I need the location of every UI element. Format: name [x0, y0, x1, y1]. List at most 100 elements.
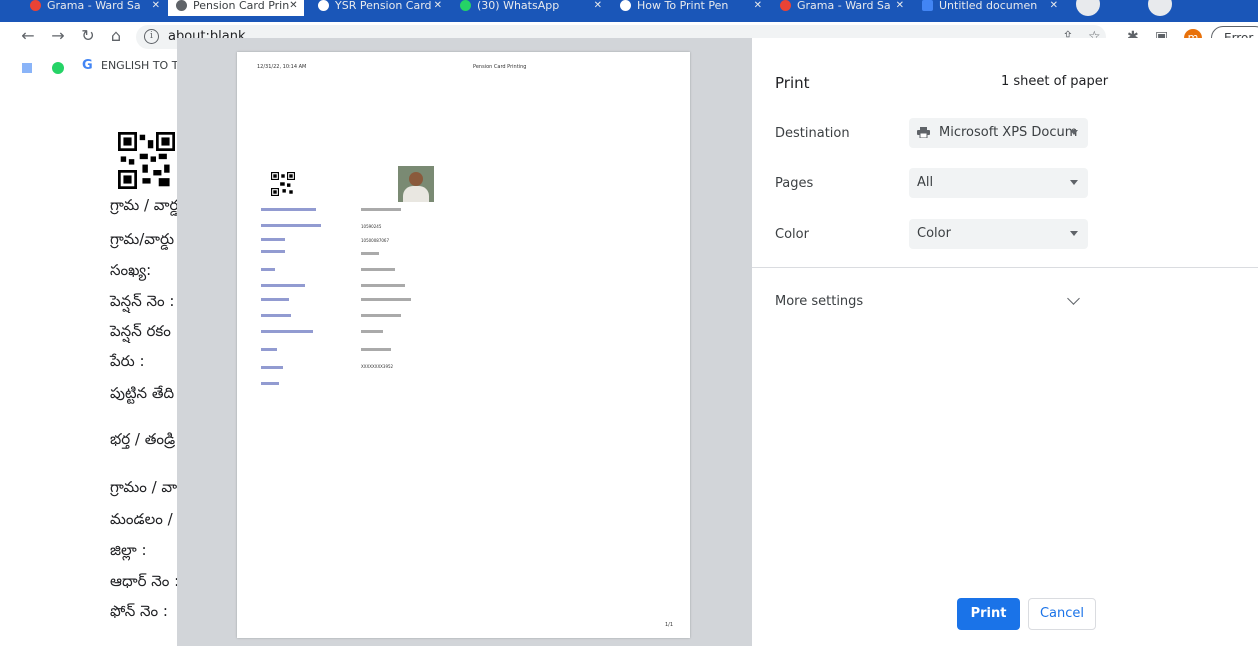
sheet-count: 1 sheet of paper: [1001, 74, 1109, 89]
preview-label-bar: [261, 314, 291, 317]
tab-pension-card-print[interactable]: Pension Card Prin ✕: [168, 0, 304, 16]
close-icon[interactable]: ✕: [434, 0, 442, 11]
tab-whatsapp[interactable]: (30) WhatsApp ✕: [452, 0, 610, 16]
new-tab-button[interactable]: [1076, 0, 1100, 16]
village-ward-number-label: గ్రామ/వార్డు: [110, 230, 175, 248]
preview-value-bar: [361, 284, 405, 287]
color-label: Color: [775, 227, 809, 242]
preview-value: XXXXXXXX3952: [361, 364, 394, 369]
tab-grama-ward-1[interactable]: Grama - Ward Sa ✕: [22, 0, 168, 16]
tab-label: Pension Card Prin: [193, 0, 290, 12]
forward-arrow-icon[interactable]: →: [48, 26, 68, 46]
home-icon[interactable]: ⌂: [106, 26, 126, 46]
preview-label-bar: [261, 284, 305, 287]
apps-icon[interactable]: [22, 63, 32, 73]
number-label: సంఖ్య:: [110, 261, 152, 279]
name-label: పేరు :: [110, 352, 145, 370]
info-icon[interactable]: i: [144, 29, 159, 44]
dropdown-caret-icon: [1070, 130, 1078, 135]
google-icon[interactable]: G: [82, 58, 93, 73]
village-label: గ్రామం / వా: [110, 478, 178, 496]
preview-header-date: 12/31/22, 10:14 AM: [257, 64, 307, 70]
aadhaar-number-label: ఆధార్ నెం :: [110, 572, 180, 590]
preview-value-bar: [361, 348, 391, 351]
tab-label: How To Print Pen: [637, 0, 729, 12]
preview-label-bar: [261, 330, 313, 333]
preview-label-bar: [261, 382, 279, 385]
reload-icon[interactable]: ↻: [78, 26, 98, 46]
preview-label-bar: [261, 238, 285, 241]
tab-how-to-print[interactable]: How To Print Pen ✕: [612, 0, 770, 16]
whatsapp-icon[interactable]: [52, 62, 64, 74]
preview-value: 10590245: [361, 224, 382, 229]
tab-favicon-icon: [620, 0, 631, 11]
pension-type-label: పెన్షన్ రకం: [110, 322, 171, 340]
close-icon[interactable]: ✕: [754, 0, 762, 11]
preview-label-bar: [261, 208, 316, 211]
destination-select[interactable]: Microsoft XPS Docum: [909, 118, 1088, 148]
print-title: Print: [775, 74, 810, 92]
print-settings-panel: Print 1 sheet of paper Destination Micro…: [752, 38, 1258, 646]
back-arrow-icon[interactable]: ←: [18, 26, 38, 46]
dropdown-caret-icon: [1070, 231, 1078, 236]
spouse-father-label: భర్త / తండ్రి: [110, 430, 176, 448]
tab-favicon-icon: [780, 0, 791, 11]
preview-value-bar: [361, 298, 411, 301]
preview-value-bar: [361, 268, 395, 271]
pages-select[interactable]: All: [909, 168, 1088, 198]
qr-code-icon: [118, 132, 175, 189]
tab-label: Grama - Ward Sa: [47, 0, 141, 12]
close-icon[interactable]: ✕: [289, 0, 297, 11]
preview-qr-code-icon: [271, 172, 295, 196]
print-dialog: 12/31/22, 10:14 AM Pension Card Printing: [177, 38, 1258, 646]
village-ward-label: గ్రామ / వార్డ: [110, 196, 179, 214]
tab-search-button[interactable]: [1148, 0, 1172, 16]
tab-label: Untitled documen: [939, 0, 1038, 12]
preview-value-bar: [361, 330, 383, 333]
tab-favicon-icon: [176, 0, 187, 11]
dropdown-caret-icon: [1070, 180, 1078, 185]
district-label: జిల్లా :: [110, 541, 147, 559]
preview-sheet: 12/31/22, 10:14 AM Pension Card Printing: [237, 52, 690, 638]
close-icon[interactable]: ✕: [152, 0, 160, 11]
destination-value: Microsoft XPS Docum: [939, 125, 1078, 140]
cancel-button[interactable]: Cancel: [1028, 598, 1096, 630]
tab-favicon-icon: [318, 0, 329, 11]
close-icon[interactable]: ✕: [1050, 0, 1058, 11]
preview-label-bar: [261, 366, 283, 369]
tab-label: (30) WhatsApp: [477, 0, 560, 12]
bookmark-english-to-telugu[interactable]: ENGLISH TO TE: [101, 59, 185, 72]
tab-grama-ward-2[interactable]: Grama - Ward Sa ✕: [772, 0, 912, 16]
tab-ysr-pension[interactable]: YSR Pension Card ✕: [310, 0, 450, 16]
tab-label: Grama - Ward Sa: [797, 0, 891, 12]
tab-favicon-icon: [30, 0, 41, 11]
preview-header-title: Pension Card Printing: [473, 64, 527, 70]
close-icon[interactable]: ✕: [896, 0, 904, 11]
pension-number-label: పెన్షన్ నెం :: [110, 292, 175, 310]
printer-icon: [917, 127, 930, 138]
whatsapp-icon: [460, 0, 471, 11]
preview-value: 10500087067: [361, 238, 389, 243]
pages-label: Pages: [775, 176, 814, 191]
preview-label-bar: [261, 348, 277, 351]
color-value: Color: [917, 226, 951, 241]
preview-value-bar: [361, 314, 401, 317]
print-button[interactable]: Print: [957, 598, 1020, 630]
close-icon[interactable]: ✕: [594, 0, 602, 11]
preview-value-bar: [361, 252, 379, 255]
pages-value: All: [917, 175, 934, 190]
more-settings-toggle[interactable]: More settings: [775, 294, 863, 309]
date-of-birth-label: పుట్టిన తేది: [110, 384, 175, 402]
phone-number-label: ఫోన్ నెం :: [110, 602, 168, 620]
docs-icon: [922, 0, 933, 11]
tab-untitled-document[interactable]: Untitled documen ✕: [914, 0, 1066, 16]
preview-page-number: 1/1: [665, 622, 674, 628]
tab-strip: Grama - Ward Sa ✕ Pension Card Prin ✕ YS…: [0, 0, 1258, 22]
preview-value-bar: [361, 208, 401, 211]
preview-label-bar: [261, 268, 275, 271]
preview-label-bar: [261, 250, 285, 253]
divider: [752, 267, 1258, 268]
chevron-down-icon[interactable]: [1067, 292, 1080, 305]
destination-label: Destination: [775, 126, 850, 141]
color-select[interactable]: Color: [909, 219, 1088, 249]
